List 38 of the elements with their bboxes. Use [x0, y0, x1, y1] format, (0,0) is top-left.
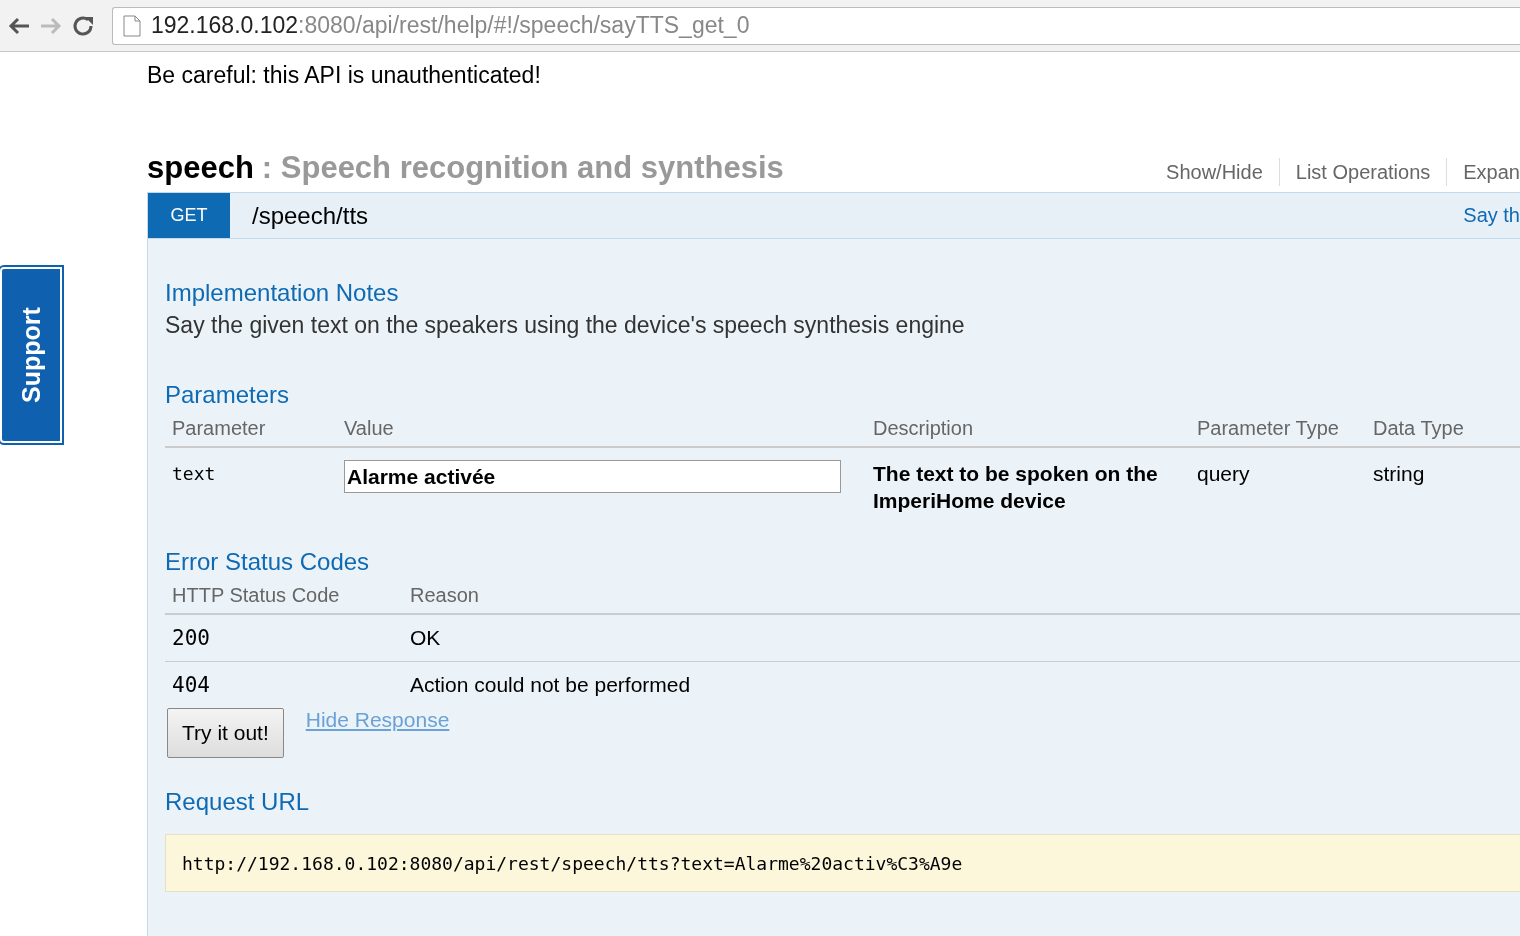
resource-link[interactable]: List Operations — [1278, 158, 1447, 186]
operation-path[interactable]: /speech/tts — [252, 201, 369, 230]
request-url: http://192.168.0.102:8080/api/rest/speech/tts?text=Alarme%20activ%C3%A9e — [165, 834, 1520, 892]
parameter-name: text — [171, 462, 217, 486]
column-header: HTTP Status Code — [165, 578, 403, 615]
column-header: Reason — [403, 578, 1520, 615]
column-header: Description — [866, 411, 1190, 448]
resource-link[interactable]: Show/Hide — [1150, 158, 1279, 186]
operation-summary[interactable]: Say th — [1463, 204, 1520, 227]
url-path: :8080/api/rest/help/#!/speech/sayTTS_get_0 — [298, 12, 750, 39]
address-bar[interactable]: 192.168.0.102:8080/api/rest/help/#!/speech/sayTTS_get_0 — [112, 6, 1520, 45]
parameter-description: The text to be spoken on the ImperiHome device — [872, 461, 1159, 514]
column-header: Data Type — [1366, 411, 1520, 448]
page-icon — [123, 14, 141, 37]
status-code: 404 — [171, 672, 211, 699]
status-reason: Action could not be performed — [409, 672, 692, 698]
try-button[interactable]: Try it out! — [167, 708, 284, 758]
section-title: Parameters — [165, 380, 291, 410]
status-code: 200 — [165, 615, 403, 662]
status-reason: OK — [403, 615, 1520, 662]
implementation-note: Say the given text on the speakers using the device's speech synthesis engine — [165, 311, 966, 340]
section-title: Implementation Notes — [165, 278, 400, 308]
url-host: 192.168.0.102 — [151, 12, 299, 39]
resource-name[interactable]: speech — [147, 150, 254, 186]
column-header: Parameter — [165, 411, 337, 448]
method-badge: GET — [148, 193, 230, 238]
warning-text: Be careful: this API is unauthenticated! — [147, 61, 542, 90]
parameter-value-field[interactable]: Alarme activée — [344, 460, 841, 493]
resource-description: : Speech recognition and synthesis — [261, 150, 784, 186]
section-title: Request URL — [165, 787, 311, 817]
parameter-type: query — [1196, 461, 1251, 487]
section-title: Error Status Codes — [165, 547, 371, 577]
resource-link[interactable]: Expan — [1446, 158, 1520, 186]
data-type: string — [1372, 461, 1426, 487]
operation-bar[interactable]: GET /speech/tts Say th — [147, 192, 1520, 239]
column-header: Parameter Type — [1190, 411, 1366, 448]
column-header: Value — [337, 411, 866, 448]
support-tab[interactable]: Support — [0, 267, 62, 443]
